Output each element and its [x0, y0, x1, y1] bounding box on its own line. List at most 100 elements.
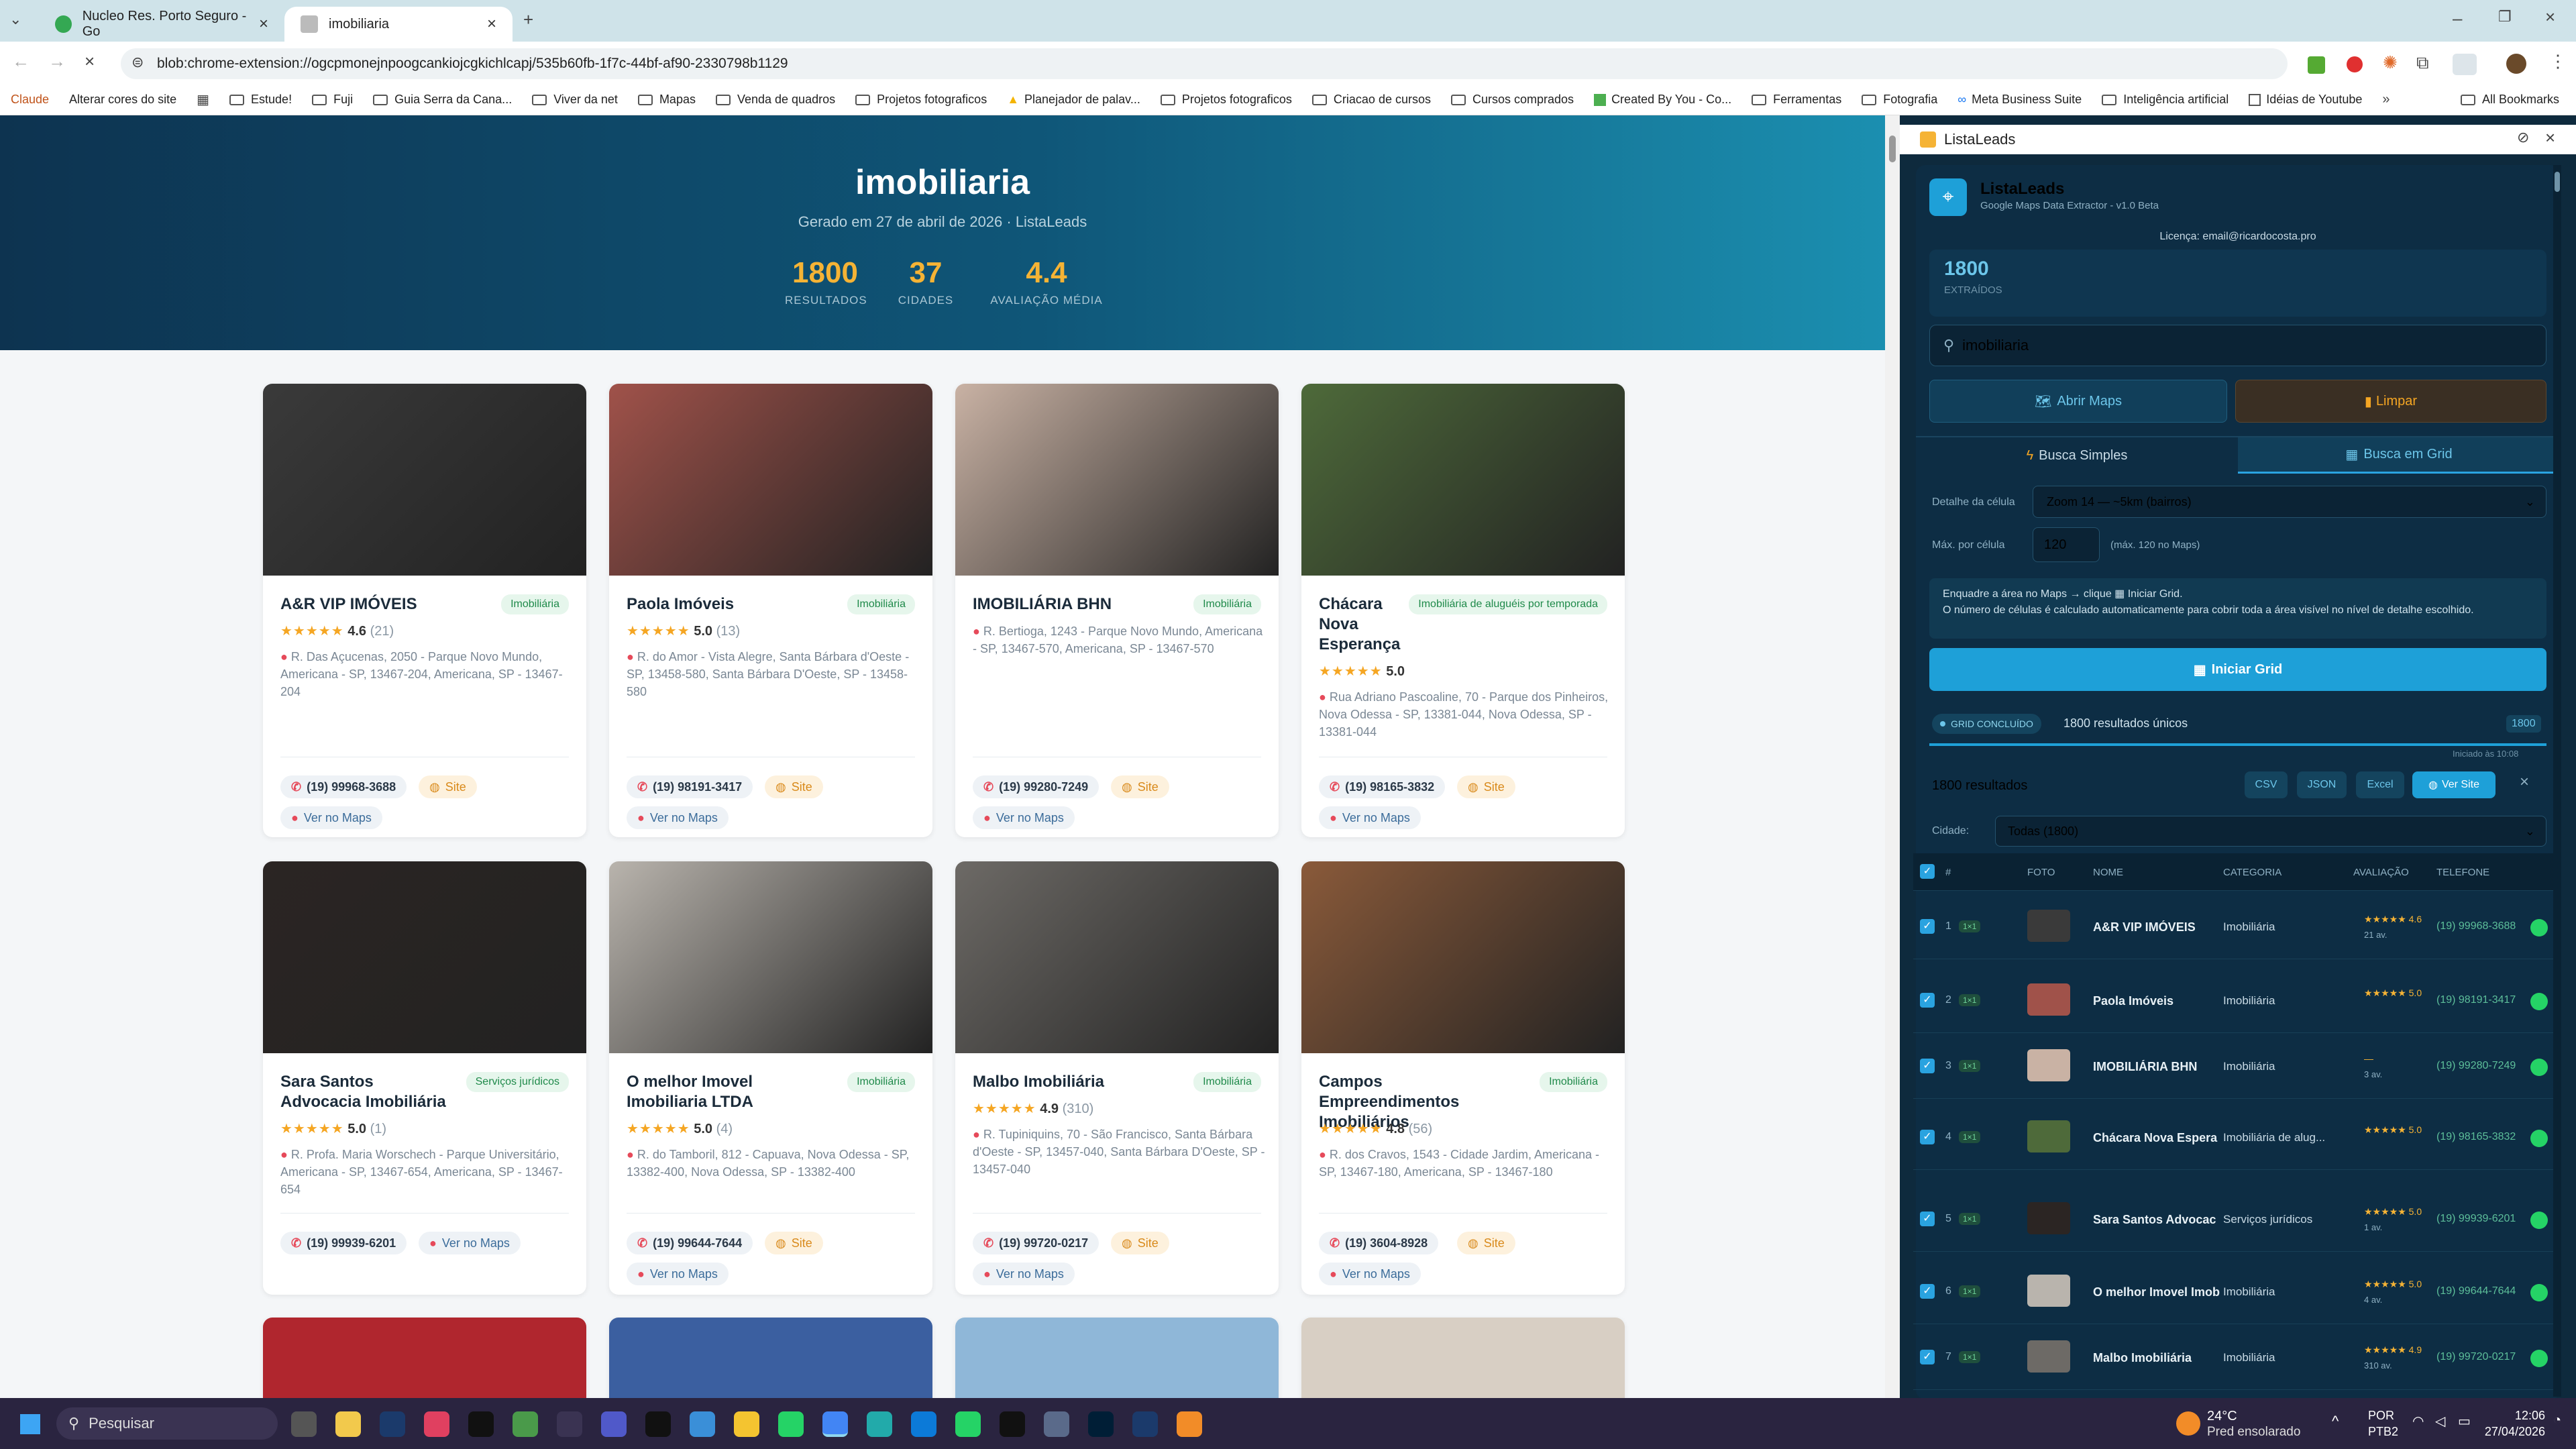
bookmark-folder[interactable]: Cursos comprados: [1451, 93, 1574, 107]
bookmark-folder[interactable]: Guia Serra da Cana...: [373, 93, 512, 107]
tab-simple-search[interactable]: ϟ Busca Simples: [1916, 437, 2238, 474]
table-row[interactable]: ✓ 2 1×1 Paola Imóveis Imobiliária ★★★★★ …: [1913, 969, 2561, 1033]
bookmark-folder[interactable]: Viver da net: [532, 93, 618, 107]
tab-imobiliaria[interactable]: imobiliaria ×: [284, 7, 513, 42]
site-chip[interactable]: ◍ Site: [419, 775, 477, 798]
photoshop-icon[interactable]: [1088, 1411, 1114, 1437]
address-bar[interactable]: ⊜ blob:chrome-extension://ogcpmonejnpoog…: [121, 48, 2288, 79]
extensions-puzzle-icon[interactable]: ⧉: [2416, 52, 2429, 74]
whatsapp-icon[interactable]: [2530, 1130, 2548, 1147]
close-window-icon[interactable]: ×: [2545, 7, 2555, 28]
phone-chip[interactable]: ✆ (19) 98165-3832: [1319, 775, 1446, 798]
maps-chip[interactable]: ● Ver no Maps: [1319, 1263, 1421, 1285]
site-chip[interactable]: ◍ Site: [765, 775, 823, 798]
more-bookmarks-icon[interactable]: »: [2382, 92, 2390, 107]
file-explorer-icon[interactable]: [335, 1411, 361, 1437]
row-checkbox[interactable]: ✓: [1920, 1284, 1935, 1299]
tab-search-chevron-icon[interactable]: ⌄: [9, 11, 21, 28]
weather-sun-icon[interactable]: [2176, 1411, 2200, 1436]
table-row[interactable]: ✓ 1 1×1 A&R VIP IMÓVEIS Imobiliária ★★★★…: [1913, 895, 2561, 959]
tab-nucleo[interactable]: Nucleo Res. Porto Seguro - Go ×: [39, 7, 284, 42]
bookmark-folder[interactable]: Ferramentas: [1752, 93, 1841, 107]
whatsapp-icon[interactable]: [2530, 919, 2548, 936]
battery-icon[interactable]: ▭: [2458, 1413, 2471, 1430]
col-name[interactable]: NOME: [2093, 867, 2123, 878]
result-card[interactable]: Malbo Imobiliária Imobiliária ★★★★★ 4.9 (…: [955, 861, 1279, 1295]
record-icon[interactable]: [2347, 56, 2363, 72]
bookmark-folder[interactable]: Mapas: [637, 93, 696, 107]
table-row[interactable]: ✓ 6 1×1 O melhor Imovel Imob Imobiliária…: [1913, 1260, 2561, 1324]
settings-icon[interactable]: [557, 1411, 582, 1437]
all-bookmarks[interactable]: All Bookmarks: [2461, 93, 2559, 107]
volume-icon[interactable]: ◁: [2435, 1413, 2445, 1430]
whatsapp-icon[interactable]: [778, 1411, 804, 1437]
row-checkbox[interactable]: ✓: [1920, 1212, 1935, 1226]
panel-scrollbar[interactable]: [2553, 165, 2561, 1397]
col-phone[interactable]: TELEFONE: [2436, 867, 2489, 878]
table-row[interactable]: ✓ 7 1×1 Malbo Imobiliária Imobiliária ★★…: [1913, 1326, 2561, 1390]
row-checkbox[interactable]: ✓: [1920, 919, 1935, 934]
row-checkbox[interactable]: ✓: [1920, 1350, 1935, 1364]
lang[interactable]: POR: [2368, 1409, 2394, 1423]
phone-chip[interactable]: ✆ (19) 98191-3417: [627, 775, 753, 798]
forward-icon[interactable]: →: [48, 51, 66, 72]
phone-chip[interactable]: ✆ (19) 99280-7249: [973, 775, 1099, 798]
row-phone[interactable]: (19) 98191-3417: [2436, 994, 2516, 1006]
bookmark-folder[interactable]: Fotografia: [1862, 93, 1937, 107]
row-phone[interactable]: (19) 99720-0217: [2436, 1351, 2516, 1363]
pin-icon[interactable]: ⊘: [2517, 129, 2529, 146]
lang-layout[interactable]: PTB2: [2368, 1425, 2398, 1439]
chrome-icon[interactable]: [822, 1411, 848, 1437]
close-tab-icon[interactable]: ×: [487, 15, 496, 34]
close-tab-icon[interactable]: ×: [259, 15, 268, 34]
row-phone[interactable]: (19) 99968-3688: [2436, 920, 2516, 932]
bookmark-folder[interactable]: Projetos fotograficos: [1160, 93, 1292, 107]
profile-avatar[interactable]: [2506, 54, 2526, 74]
start-grid-button[interactable]: ▦ Iniciar Grid: [1929, 648, 2546, 691]
table-row[interactable]: ✓ 3 1×1 IMOBILIÁRIA BHN Imobiliária — 3 …: [1913, 1034, 2561, 1099]
phone-chip[interactable]: ✆ (19) 99720-0217: [973, 1232, 1099, 1254]
minimize-icon[interactable]: –: [2453, 8, 2462, 29]
maps-chip[interactable]: ● Ver no Maps: [280, 806, 382, 829]
bookmark-planejador[interactable]: ▲ Planejador de palav...: [1007, 93, 1140, 107]
maps-chip[interactable]: ● Ver no Maps: [627, 1263, 729, 1285]
bookmark-folder[interactable]: Inteligência artificial: [2102, 93, 2229, 107]
bookmark-created[interactable]: Created By You - Co...: [1594, 93, 1731, 107]
tab-grid-search[interactable]: ▦ Busca em Grid: [2238, 437, 2560, 474]
phone-chip[interactable]: ✆ (19) 3604-8928: [1319, 1232, 1439, 1254]
task-view-icon[interactable]: [291, 1411, 317, 1437]
view-site-button[interactable]: ◍ Ver Site: [2412, 771, 2496, 798]
result-card[interactable]: [609, 1318, 932, 1398]
table-row[interactable]: ✓ 5 1×1 Sara Santos Advocac Serviços jur…: [1913, 1187, 2561, 1252]
close-panel-icon[interactable]: ×: [2545, 127, 2555, 148]
result-card[interactable]: [1301, 1318, 1625, 1398]
whatsapp-icon[interactable]: [2530, 993, 2548, 1010]
page-scrollbar[interactable]: [1885, 115, 1900, 1398]
search-input[interactable]: ⚲ imobiliaria: [1929, 325, 2546, 366]
maps-chip[interactable]: ● Ver no Maps: [627, 806, 729, 829]
calculator-icon[interactable]: [1044, 1411, 1069, 1437]
bookmark-folder[interactable]: Projetos fotograficos: [855, 93, 987, 107]
json-button[interactable]: JSON: [2297, 771, 2347, 798]
whatsapp-icon[interactable]: [955, 1411, 981, 1437]
col-rating[interactable]: AVALIAÇÃO: [2353, 867, 2409, 878]
site-chip[interactable]: ◍ Site: [765, 1232, 823, 1254]
bookmark-folder[interactable]: Criacao de cursos: [1311, 93, 1431, 107]
result-card[interactable]: [263, 1318, 586, 1398]
site-chip[interactable]: ◍ Site: [1111, 1232, 1169, 1254]
result-card[interactable]: Sara Santos Advocacia Imobiliária Serviç…: [263, 861, 586, 1295]
whatsapp-icon[interactable]: [2530, 1284, 2548, 1301]
whatsapp-icon[interactable]: [2530, 1059, 2548, 1076]
bookmark-folder[interactable]: Venda de quadros: [715, 93, 835, 107]
row-checkbox[interactable]: ✓: [1920, 1130, 1935, 1144]
maximize-icon[interactable]: ❐: [2498, 8, 2512, 25]
lightroom-classic-icon[interactable]: [1132, 1411, 1158, 1437]
maps-chip[interactable]: ● Ver no Maps: [973, 806, 1075, 829]
close-load-icon[interactable]: ×: [85, 51, 95, 72]
wifi-icon[interactable]: ◠: [2412, 1413, 2424, 1430]
whatsapp-icon[interactable]: [2530, 1350, 2548, 1367]
app-icon[interactable]: [690, 1411, 715, 1437]
clock-time[interactable]: 12:06: [2485, 1409, 2545, 1423]
table-row[interactable]: ✓ 4 1×1 Chácara Nova Espera Imobiliária …: [1913, 1106, 2561, 1170]
cell-detail-select[interactable]: Zoom 14 — ~5km (bairros) ⌄: [2033, 486, 2546, 518]
